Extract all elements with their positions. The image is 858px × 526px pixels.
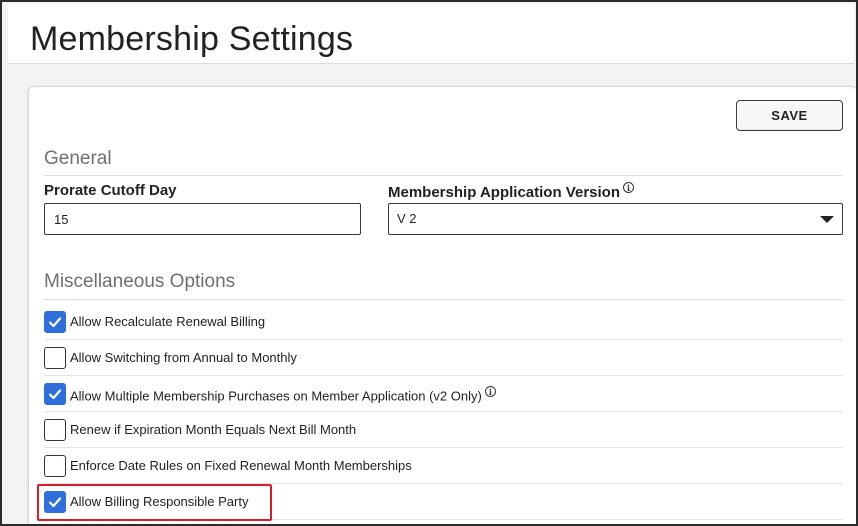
app-version-selected: V 2 xyxy=(397,211,417,226)
option-label-text: Allow Billing Responsible Party xyxy=(70,494,249,509)
save-button[interactable]: SAVE xyxy=(736,100,843,131)
option-label-text: Allow Switching from Annual to Monthly xyxy=(70,350,297,365)
option-label: Allow Recalculate Renewal Billing xyxy=(70,314,265,329)
option-row[interactable]: Renew if Expiration Month Equals Next Bi… xyxy=(44,412,843,448)
section-title-general: General xyxy=(44,148,112,169)
option-label: Allow Billing Responsible Party xyxy=(70,494,248,509)
section-divider xyxy=(44,175,843,176)
checkmark-icon xyxy=(48,317,62,328)
checkbox-unchecked[interactable] xyxy=(44,455,66,477)
checkmark-icon xyxy=(48,389,62,400)
option-label: Renew if Expiration Month Equals Next Bi… xyxy=(70,422,356,437)
option-row[interactable]: Allow Recalculate Renewal Billing xyxy=(44,304,843,340)
option-label-text: Allow Recalculate Renewal Billing xyxy=(70,314,266,329)
prorate-cutoff-input[interactable] xyxy=(44,203,361,235)
option-label: Allow Multiple Membership Purchases on M… xyxy=(70,386,496,403)
checkbox-checked[interactable] xyxy=(44,383,66,405)
app-version-select[interactable]: V 2 xyxy=(388,203,843,235)
option-row[interactable]: Enforce Date Rules on Fixed Renewal Mont… xyxy=(44,448,843,484)
checkbox-checked[interactable] xyxy=(44,491,66,513)
page-title: Membership Settings xyxy=(30,20,354,58)
option-row[interactable]: Allow Multiple Membership Purchases on M… xyxy=(44,376,843,412)
chevron-down-icon xyxy=(820,216,834,223)
option-label-text: Enforce Date Rules on Fixed Renewal Mont… xyxy=(70,458,412,473)
section-title-misc: Miscellaneous Options xyxy=(44,271,236,292)
option-label-text: Renew if Expiration Month Equals Next Bi… xyxy=(70,422,357,437)
checkbox-unchecked[interactable] xyxy=(44,347,66,369)
checkbox-unchecked[interactable] xyxy=(44,419,66,441)
checkbox-checked[interactable] xyxy=(44,311,66,333)
page-header: Membership Settings xyxy=(8,4,854,64)
info-icon[interactable]: i xyxy=(623,182,634,193)
option-label-text: Allow Multiple Membership Purchases on M… xyxy=(70,388,482,404)
info-icon[interactable]: i xyxy=(484,386,496,397)
app-version-label-wrap: Membership Application Version i xyxy=(388,182,634,201)
option-label: Enforce Date Rules on Fixed Renewal Mont… xyxy=(70,458,412,473)
settings-card: SAVE General Prorate Cutoff Day Membersh… xyxy=(28,86,856,524)
prorate-cutoff-label: Prorate Cutoff Day xyxy=(44,182,177,199)
app-version-label: Membership Application Version xyxy=(388,184,620,201)
app-window: Membership Settings SAVE General Prorate… xyxy=(0,0,858,526)
option-row[interactable]: Allow Billing Responsible Party xyxy=(44,484,843,520)
option-row[interactable]: Allow Switching from Annual to Monthly xyxy=(44,340,843,376)
option-label: Allow Switching from Annual to Monthly xyxy=(70,350,297,365)
checkmark-icon xyxy=(48,497,62,508)
section-divider xyxy=(44,299,843,300)
